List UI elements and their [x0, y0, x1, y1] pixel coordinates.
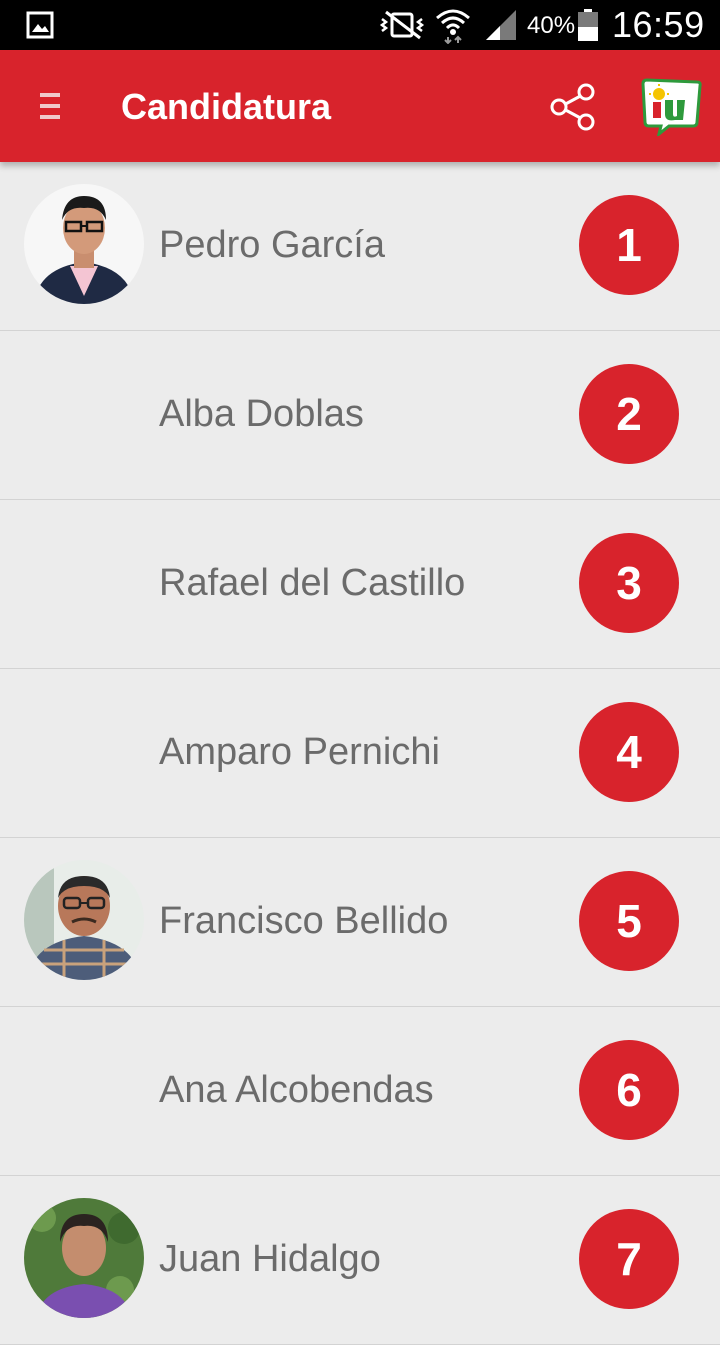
menu-icon[interactable]: [36, 88, 64, 124]
candidate-number-badge: 5: [579, 871, 679, 971]
list-item[interactable]: Pedro García 1: [0, 162, 720, 331]
app-bar: Candidatura: [0, 50, 720, 162]
candidate-name: Francisco Bellido: [159, 900, 449, 942]
status-bar: 40% 16:59: [0, 0, 720, 50]
candidate-number-badge: 1: [579, 195, 679, 295]
candidate-number-badge: 2: [579, 364, 679, 464]
list-item[interactable]: Alba Doblas 2: [0, 331, 720, 500]
wifi-icon: [436, 9, 470, 44]
list-item[interactable]: Rafael del Castillo 3: [0, 500, 720, 669]
list-item[interactable]: Amparo Pernichi 4: [0, 669, 720, 838]
battery-percent: 40%: [527, 12, 576, 39]
candidate-number-badge: 3: [579, 533, 679, 633]
candidate-list: Pedro García 1 Alba Doblas 2 Rafael del …: [0, 162, 720, 1345]
share-icon[interactable]: [546, 80, 600, 134]
iu-logo[interactable]: [641, 76, 703, 136]
candidate-name: Juan Hidalgo: [159, 1238, 381, 1280]
battery-icon: [578, 9, 598, 41]
candidate-name: Pedro García: [159, 224, 385, 266]
clock: 16:59: [612, 4, 705, 45]
list-item[interactable]: Francisco Bellido 5: [0, 838, 720, 1007]
candidate-name: Rafael del Castillo: [159, 562, 466, 604]
list-item[interactable]: Ana Alcobendas 6: [0, 1007, 720, 1176]
list-item[interactable]: Juan Hidalgo 7: [0, 1176, 720, 1345]
candidate-name: Alba Doblas: [159, 393, 364, 435]
candidate-number-badge: 7: [579, 1209, 679, 1309]
mute-vibrate-icon: [379, 10, 425, 40]
candidate-number-badge: 6: [579, 1040, 679, 1140]
gallery-icon: [26, 11, 54, 39]
candidate-number-badge: 4: [579, 702, 679, 802]
avatar: [24, 184, 144, 304]
candidate-name: Ana Alcobendas: [159, 1069, 434, 1111]
signal-icon: [486, 10, 516, 40]
avatar: [24, 1198, 144, 1318]
candidate-name: Amparo Pernichi: [159, 731, 440, 773]
avatar: [24, 860, 144, 980]
page-title: Candidatura: [121, 86, 332, 127]
